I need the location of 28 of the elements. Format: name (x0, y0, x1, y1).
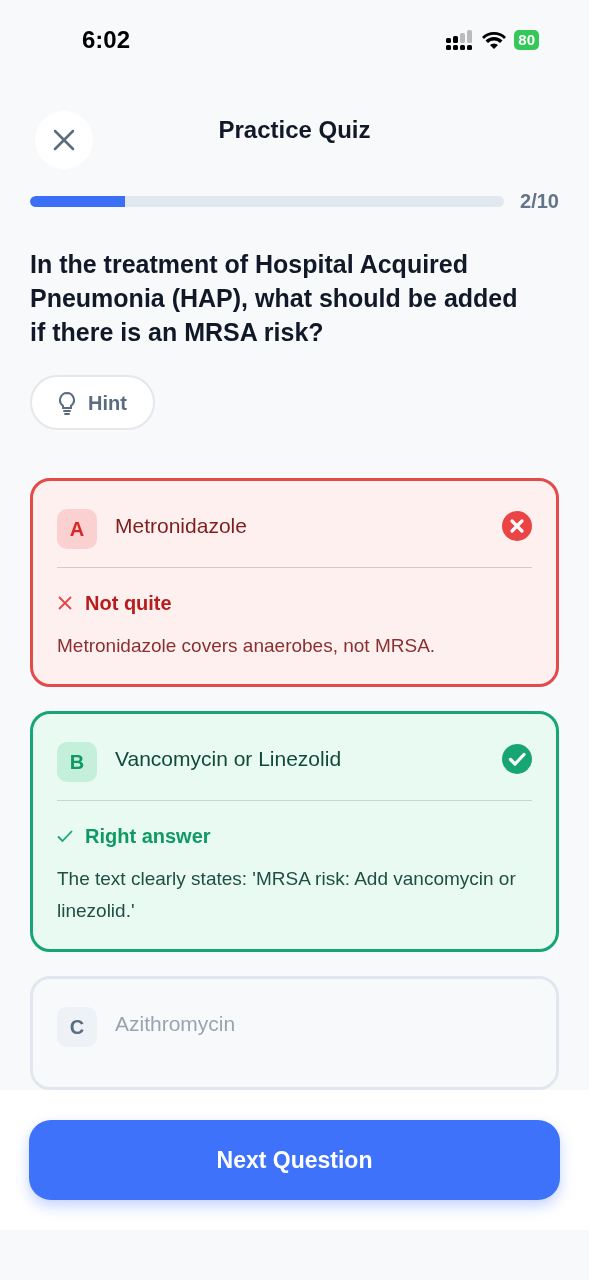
option-letter: B (57, 742, 97, 782)
next-question-button[interactable]: Next Question (29, 1120, 560, 1200)
option-label: Vancomycin or Linezolid (115, 746, 343, 773)
feedback-title: Right answer (85, 824, 211, 849)
close-icon (53, 128, 75, 151)
signal-icon (446, 29, 475, 50)
answer-option[interactable]: C Azithromycin (30, 976, 559, 1090)
progress-count: 2/10 (520, 189, 559, 215)
clock-time: 6:02 (82, 24, 131, 55)
error-icon (502, 511, 532, 541)
check-circle-icon (502, 744, 532, 774)
feedback-title: Not quite (85, 591, 172, 616)
battery-icon: 80 (514, 29, 539, 50)
screen-title: Practice Quiz (218, 114, 371, 145)
question-text: In the treatment of Hospital Acquired Pneumonia (HAP), what should be added if there is an MRSA risk? (29, 249, 519, 348)
option-label: Metronidazole (115, 513, 248, 540)
option-letter: A (57, 509, 97, 549)
option-letter: C (57, 1007, 97, 1047)
feedback-text: The text clearly states: 'MRSA risk: Add vancomycin or linezolid.' (57, 867, 517, 923)
answer-option[interactable]: B Vancomycin or Linezolid Right answer The text clearly states: 'MRSA risk: Add vancomycin or linezolid.' (30, 711, 559, 952)
checkmark-icon (57, 828, 73, 844)
lightbulb-icon (58, 390, 76, 415)
feedback-text: Metronidazole covers anaerobes, not MRSA. (57, 634, 437, 658)
answer-option[interactable]: A Metronidazole Not quite Metronidazole covers anaerobes, not MRSA. (30, 478, 559, 687)
cross-icon (57, 595, 73, 611)
wifi-icon (482, 30, 507, 49)
hint-button[interactable]: Hint (30, 375, 155, 430)
option-label: Azithromycin (115, 1011, 237, 1038)
